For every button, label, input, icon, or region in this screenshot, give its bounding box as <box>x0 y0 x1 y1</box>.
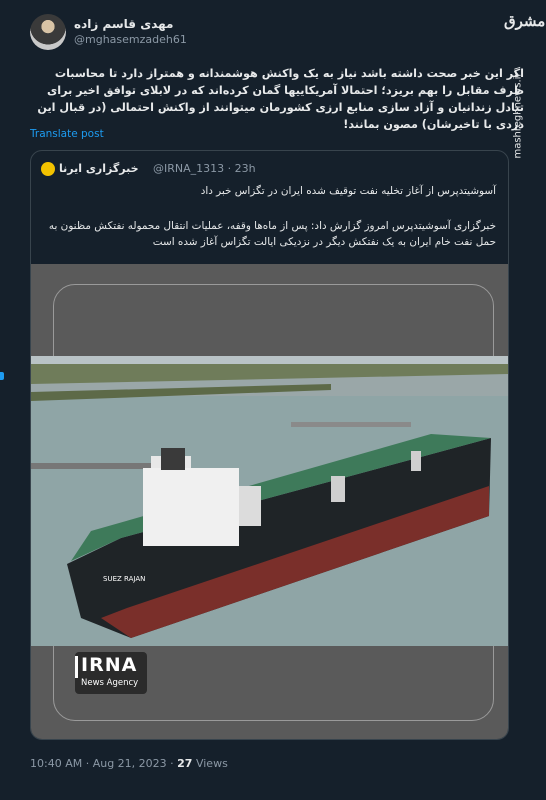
author-avatar[interactable] <box>30 14 66 50</box>
quoted-author-handle[interactable]: @IRNA_1313 · 23h <box>153 162 256 175</box>
quoted-tweet[interactable]: خبرگزاری ایرنا @IRNA_1313 · 23h آسوشیتدپ… <box>30 150 509 740</box>
tweet-header: مهدی قاسم زاده @mghasemzadeh61 <box>30 14 530 50</box>
irna-logo: IRNA News Agency <box>75 652 147 694</box>
views-count: 27 <box>177 757 193 770</box>
author-handle[interactable]: @mghasemzadeh61 <box>74 33 187 46</box>
ship-name-label: SUEZ RAJAN <box>103 575 145 583</box>
tweet-timestamp[interactable]: 10:40 AM · Aug 21, 2023 · <box>30 757 177 770</box>
irna-logo-bar <box>75 656 78 678</box>
tweet-meta: 10:40 AM · Aug 21, 2023 · 27 Views <box>30 757 228 770</box>
quoted-author-name[interactable]: خبرگزاری ایرنا <box>59 162 139 175</box>
quoted-tweet-title: آسوشیتدپرس از آغاز تخلیه نفت توقیف شده ا… <box>200 185 496 197</box>
tweet-text: اگر این خبر صحت داشته باشد نیاز به یک وا… <box>37 67 524 131</box>
irna-logo-word: IRNA <box>81 654 138 676</box>
tanker-photo[interactable]: SUEZ RAJAN IRNA News Agency <box>31 264 508 739</box>
quoted-tweet-body: خبرگزاری آسوشیتدپرس امروز گزارش داد: پس … <box>48 220 496 248</box>
irna-logo-subtitle: News Agency <box>81 678 139 688</box>
irna-avatar-icon <box>41 162 55 176</box>
tanker-scene-image: SUEZ RAJAN <box>31 356 508 646</box>
translate-post-link[interactable]: Translate post <box>30 128 104 140</box>
views-label: Views <box>192 757 228 770</box>
side-indicator <box>0 372 4 380</box>
watermark-logo: مشرق <box>504 12 546 30</box>
author-name[interactable]: مهدی قاسم زاده <box>74 17 173 31</box>
